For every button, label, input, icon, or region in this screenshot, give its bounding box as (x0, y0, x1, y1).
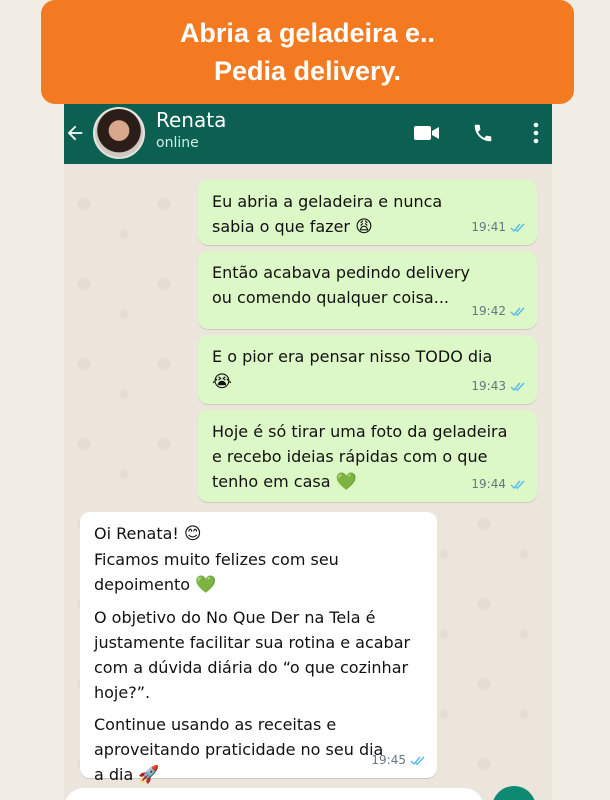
message-text-content: Eu abria a geladeira e nunca sabia o que… (212, 192, 443, 236)
green-heart-emoji: 💚 (335, 472, 357, 492)
message-time: 19:43 (471, 379, 506, 393)
banner-line-2: Pedia delivery. (213, 56, 402, 86)
read-ticks-icon (510, 382, 525, 392)
message-outgoing[interactable]: E o pior era pensar nisso TODO dia 😭 19:… (198, 335, 537, 404)
more-options-button[interactable] (522, 120, 550, 146)
rocket-emoji: 🚀 (138, 765, 160, 785)
read-ticks-icon (410, 756, 425, 766)
message-meta: 19:41 (471, 215, 527, 240)
green-heart-emoji: 💚 (195, 575, 217, 595)
message-text: E o pior era pensar nisso TODO dia (212, 347, 493, 366)
message-outgoing[interactable]: Então acabava pedindo delivery ou comend… (198, 251, 537, 329)
message-paragraph: O objetivo do No Que Der na Tela é justa… (94, 608, 411, 702)
read-ticks-icon (510, 223, 525, 233)
read-ticks-icon (510, 480, 525, 490)
message-outgoing[interactable]: Eu abria a geladeira e nunca sabia o que… (198, 180, 537, 245)
smiling-face-emoji: 😊 (183, 524, 202, 544)
greeting-text: Oi Renata! (94, 524, 179, 543)
crying-face-emoji: 😭 (212, 372, 232, 392)
message-meta: 19:44 (471, 472, 527, 497)
chat-header: Renata online (64, 104, 552, 164)
message-time: 19:44 (471, 477, 506, 491)
more-vert-icon (533, 122, 539, 144)
message-outgoing[interactable]: Hoje é só tirar uma foto da geladeira e … (198, 410, 537, 502)
thanks-text: Ficamos muito felizes com seu depoimento (94, 550, 339, 594)
message-time: 19:42 (471, 304, 506, 318)
banner-line-1: Abria a geladeira e.. (179, 18, 436, 48)
back-arrow-icon[interactable] (64, 122, 86, 144)
promo-banner: Abria a geladeira e.. Pedia delivery. (41, 0, 574, 104)
message-meta: 19:45 (371, 748, 427, 773)
message-time: 19:41 (471, 220, 506, 234)
read-ticks-icon (510, 307, 525, 317)
voice-call-button[interactable] (469, 120, 497, 146)
message-text-content: Hoje é só tirar uma foto da geladeira e … (212, 422, 508, 491)
message-time: 19:45 (371, 753, 406, 767)
contact-name[interactable]: Renata (156, 108, 226, 132)
video-call-icon (414, 126, 439, 140)
message-meta: 19:42 (471, 299, 527, 324)
message-paragraph: Oi Renata! 😊 Ficamos muito felizes com s… (94, 521, 425, 598)
weary-face-emoji: 😩 (355, 217, 373, 237)
phone-icon (474, 124, 492, 142)
message-meta: 19:43 (471, 374, 527, 399)
contact-status: online (156, 135, 199, 151)
avatar[interactable] (93, 107, 145, 159)
video-call-button[interactable] (413, 120, 441, 146)
message-input[interactable] (64, 788, 484, 800)
chat-window: Renata online Eu abria a geladeira e nun… (64, 104, 552, 800)
message-incoming[interactable]: Oi Renata! 😊 Ficamos muito felizes com s… (80, 512, 437, 785)
